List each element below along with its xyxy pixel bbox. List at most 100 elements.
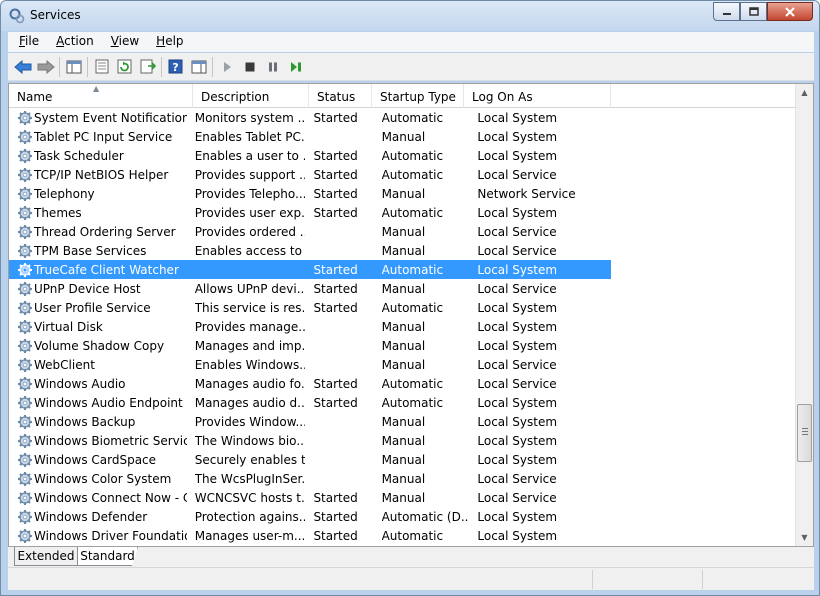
refresh-button[interactable] (113, 56, 136, 78)
title-bar[interactable]: Services (1, 1, 819, 31)
table-row[interactable]: User Profile Service This service is res… (9, 298, 795, 317)
toolbar-separator (87, 56, 88, 77)
start-service-button[interactable] (215, 56, 238, 78)
table-row[interactable]: Themes Provides user exp... Started Auto… (9, 203, 795, 222)
table-row[interactable]: Windows Audio Endpoint B... Manages audi… (9, 393, 795, 412)
column-header-startup-type[interactable]: Startup Type (372, 84, 464, 108)
service-startup-type: Automatic (381, 148, 444, 163)
table-row[interactable]: TPM Base Services Enables access to ... … (9, 241, 795, 260)
service-description: Enables access to ... (194, 243, 306, 258)
maximize-button[interactable] (740, 2, 767, 21)
vertical-scrollbar[interactable]: ▲ ▼ (795, 84, 813, 546)
service-gear-icon (18, 110, 32, 125)
properties-button[interactable] (90, 56, 113, 78)
service-description: Manages audio fo... (194, 376, 306, 391)
service-gear-icon (18, 414, 32, 429)
table-row[interactable]: Task Scheduler Enables a user to ... Sta… (9, 146, 795, 165)
table-row[interactable]: Windows Driver Foundation ... Manages us… (9, 526, 795, 545)
column-header-name[interactable]: ▲ Name (9, 84, 193, 108)
show-hide-action-pane-button[interactable] (187, 56, 210, 78)
service-gear-icon (18, 319, 32, 334)
help-button[interactable]: ? (164, 56, 187, 78)
service-name: Windows Audio Endpoint B... (34, 395, 187, 410)
service-name: User Profile Service (34, 300, 151, 315)
table-row[interactable]: Windows CardSpace Securely enables t... … (9, 450, 795, 469)
scroll-down-arrow-icon[interactable]: ▼ (796, 529, 813, 546)
service-gear-icon (18, 509, 32, 524)
service-name: Windows Biometric Service (34, 433, 187, 448)
service-status: Started (313, 300, 358, 315)
column-header-status[interactable]: Status (309, 84, 372, 108)
service-description: WCNCSVC hosts t... (194, 490, 306, 505)
table-row[interactable]: Thread Ordering Server Provides ordered … (9, 222, 795, 241)
restart-service-button[interactable] (284, 56, 307, 78)
service-gear-icon (18, 205, 32, 220)
menu-view[interactable]: View (100, 32, 145, 52)
menu-help[interactable]: Help (145, 32, 189, 52)
pause-service-button[interactable] (261, 56, 284, 78)
service-status: Started (313, 110, 358, 125)
service-description: Monitors system ... (194, 110, 306, 125)
back-button[interactable] (11, 56, 34, 78)
table-row[interactable]: Telephony Provides Telepho... Started Ma… (9, 184, 795, 203)
service-gear-icon (18, 471, 32, 486)
column-header-name-label: Name (17, 90, 53, 104)
service-startup-type: Manual (381, 357, 426, 372)
service-status: Started (313, 376, 358, 391)
menu-file[interactable]: File (8, 32, 45, 52)
table-row[interactable]: Windows Biometric Service The Windows bi… (9, 431, 795, 450)
service-description: Protection agains... (194, 509, 306, 524)
status-bar (8, 567, 814, 590)
table-row[interactable]: Windows Backup Provides Window... Manual… (9, 412, 795, 431)
table-row[interactable]: Tablet PC Input Service Enables Tablet P… (9, 127, 795, 146)
forward-button[interactable] (34, 56, 57, 78)
show-hide-console-tree-icon (66, 60, 81, 73)
service-log-on-as: Local System (477, 319, 558, 334)
service-name: TrueCafe Client Watcher (34, 262, 179, 277)
service-gear-icon (18, 395, 32, 410)
export-list-button[interactable] (136, 56, 159, 78)
service-description: Provides Window... (194, 414, 306, 429)
service-gear-icon (18, 186, 32, 201)
column-header-description[interactable]: Description (193, 84, 309, 108)
services-rows: System Event Notification S... Monitors … (9, 108, 795, 545)
table-row[interactable]: TCP/IP NetBIOS Helper Provides support .… (9, 165, 795, 184)
service-log-on-as: Local Service (477, 167, 557, 182)
services-list: ▲ Name Description Status Startup Type L… (8, 83, 814, 547)
scroll-up-arrow-icon[interactable]: ▲ (796, 84, 813, 101)
service-name: Windows Backup (34, 414, 136, 429)
service-name: Thread Ordering Server (34, 224, 176, 239)
table-row[interactable]: System Event Notification S... Monitors … (9, 108, 795, 127)
service-name: TPM Base Services (34, 243, 147, 258)
services-app-icon (9, 8, 25, 24)
table-row[interactable]: TrueCafe Client Watcher Started Automati… (9, 260, 795, 279)
scrollbar-thumb[interactable] (797, 404, 812, 462)
minimize-button[interactable] (713, 2, 740, 21)
service-status: Started (313, 205, 358, 220)
table-row[interactable]: Volume Shadow Copy Manages and imp... Ma… (9, 336, 795, 355)
table-row[interactable]: Windows Defender Protection agains... St… (9, 507, 795, 526)
tab-extended[interactable]: Extended (14, 547, 78, 566)
close-button[interactable] (767, 2, 813, 21)
service-startup-type: Manual (381, 414, 426, 429)
service-gear-icon (18, 224, 32, 239)
table-row[interactable]: Windows Audio Manages audio fo... Starte… (9, 374, 795, 393)
service-name: System Event Notification S... (34, 110, 187, 125)
table-row[interactable]: UPnP Device Host Allows UPnP devi... Sta… (9, 279, 795, 298)
table-row[interactable]: Windows Connect Now - C... WCNCSVC hosts… (9, 488, 795, 507)
table-row[interactable]: WebClient Enables Windows... Manual Loca… (9, 355, 795, 374)
service-log-on-as: Local Service (477, 490, 557, 505)
menu-action[interactable]: Action (45, 32, 100, 52)
show-hide-console-tree-button[interactable] (62, 56, 85, 78)
window-title: Services (30, 8, 81, 22)
stop-service-button[interactable] (238, 56, 261, 78)
table-row[interactable]: Windows Color System The WcsPlugInSer...… (9, 469, 795, 488)
service-description: Provides user exp... (194, 205, 306, 220)
service-description: Enables Windows... (194, 357, 306, 372)
column-header-log-on-as[interactable]: Log On As (464, 84, 611, 108)
table-row[interactable]: Virtual Disk Provides manage... Manual L… (9, 317, 795, 336)
tab-standard[interactable]: Standard (78, 547, 138, 566)
service-gear-icon (18, 433, 32, 448)
service-description: This service is res... (194, 300, 306, 315)
service-description: Provides manage... (194, 319, 306, 334)
